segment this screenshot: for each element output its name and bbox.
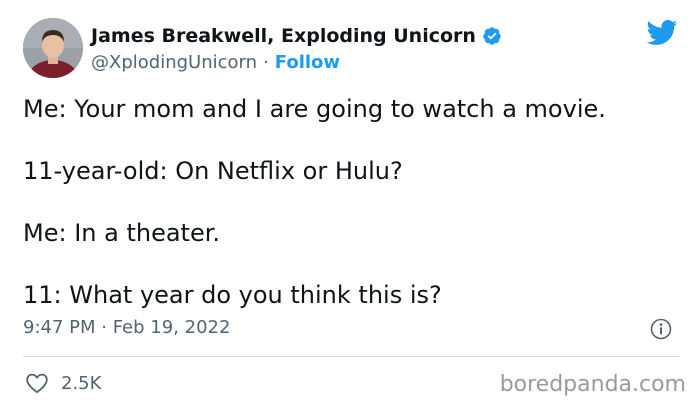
- author-name-line: James Breakwell, Exploding Unicorn: [91, 23, 502, 49]
- watermark: boredpanda.com: [499, 372, 686, 397]
- tweet-text-line-4: 11: What year do you think this is?: [23, 281, 442, 309]
- heart-icon: [25, 372, 49, 394]
- follow-button[interactable]: Follow: [275, 52, 340, 73]
- author-display-name[interactable]: James Breakwell, Exploding Unicorn: [91, 25, 476, 47]
- tweet-timestamp[interactable]: 9:47 PM · Feb 19, 2022: [23, 317, 230, 338]
- like-count: 2.5K: [61, 372, 102, 394]
- info-icon[interactable]: [650, 318, 672, 340]
- avatar[interactable]: [23, 18, 83, 78]
- author-handle-line: @XplodingUnicorn · Follow: [91, 49, 340, 75]
- verified-badge-icon: [482, 26, 502, 46]
- twitter-bird-icon[interactable]: [645, 19, 678, 46]
- author-handle[interactable]: @XplodingUnicorn: [91, 52, 257, 73]
- tweet-text-line-1: Me: Your mom and I are going to watch a …: [23, 95, 606, 123]
- divider: [23, 356, 679, 357]
- tweet-text-line-3: Me: In a theater.: [23, 219, 221, 247]
- separator-dot: ·: [263, 51, 269, 73]
- like-button[interactable]: 2.5K: [25, 370, 101, 396]
- tweet-text-line-2: 11-year-old: On Netflix or Hulu?: [23, 157, 403, 185]
